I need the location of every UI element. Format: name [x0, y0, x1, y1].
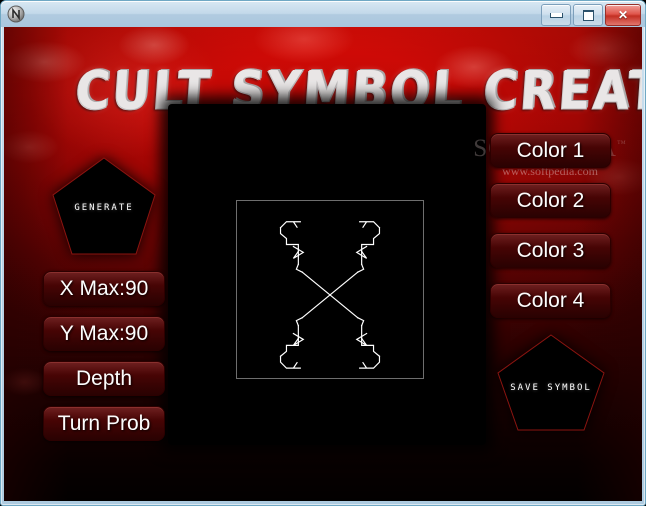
color-4-button[interactable]: Color 4 — [490, 283, 611, 318]
cult-symbol-drawing — [279, 221, 381, 369]
nfyre-app-icon — [7, 5, 25, 23]
generate-button[interactable]: GENERATE — [48, 153, 160, 259]
turn-prob-button[interactable]: Turn Prob — [43, 406, 165, 441]
turn-prob-label: Turn Prob — [57, 411, 151, 435]
x-max-button[interactable]: X Max:90 — [43, 271, 165, 306]
depth-button[interactable]: Depth — [43, 361, 165, 396]
generate-button-label: GENERATE — [74, 203, 134, 213]
save-symbol-button[interactable]: SAVE SYMBOL — [493, 331, 609, 435]
x-max-label: X Max:90 — [59, 276, 149, 300]
color-3-label: Color 3 — [516, 238, 585, 262]
title-bar[interactable]: ✕ — [1, 1, 645, 27]
window-controls: ✕ — [541, 4, 641, 26]
symbol-canvas[interactable] — [236, 200, 424, 379]
footer-website: www.Nfyre.com — [474, 499, 624, 501]
close-button[interactable]: ✕ — [605, 4, 641, 26]
depth-label: Depth — [75, 366, 133, 390]
minimize-button[interactable] — [541, 4, 571, 26]
maximize-button[interactable] — [573, 4, 603, 26]
y-max-label: Y Max:90 — [59, 321, 149, 345]
client-area: CULT SYMBOL CREATOR ™ www.softpedia.com … — [4, 27, 642, 501]
application-window: ✕ CULT SYMBOL CREATOR ™ www.softpedia.co… — [0, 0, 646, 506]
color-3-button[interactable]: Color 3 — [490, 233, 611, 268]
y-max-button[interactable]: Y Max:90 — [43, 316, 165, 351]
color-4-label: Color 4 — [516, 288, 585, 312]
maximize-icon — [574, 5, 602, 25]
color-1-button[interactable]: Color 1 — [490, 133, 611, 168]
minimize-icon — [542, 5, 570, 25]
save-symbol-label: SAVE SYMBOL — [510, 383, 592, 393]
color-1-label: Color 1 — [516, 138, 585, 162]
color-2-label: Color 2 — [516, 188, 585, 212]
symbol-preview-panel — [168, 104, 486, 445]
color-2-button[interactable]: Color 2 — [490, 183, 611, 218]
close-icon: ✕ — [617, 8, 629, 22]
